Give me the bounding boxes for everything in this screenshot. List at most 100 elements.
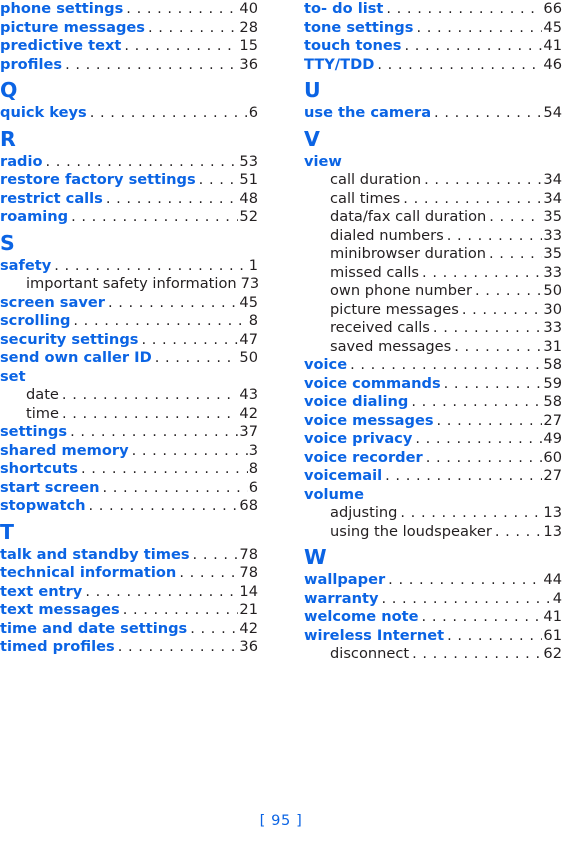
index-subentry[interactable]: date. . . . . . . . . . . . . . . . . . … xyxy=(0,386,258,405)
index-entry[interactable]: predictive text. . . . . . . . . . . . .… xyxy=(0,37,258,56)
dot-leader: . . . . . . . . . . . . . . . . . . . . … xyxy=(89,104,248,121)
index-entry-label: data/fax call duration xyxy=(330,208,487,225)
index-entry[interactable]: time and date settings. . . . . . . . . … xyxy=(0,620,258,639)
index-entry[interactable]: text entry. . . . . . . . . . . . . . . … xyxy=(0,583,258,602)
index-entry[interactable]: screen saver. . . . . . . . . . . . . . … xyxy=(0,294,258,313)
dot-leader: . . . . . . . . . . . . . . . . . . . . … xyxy=(154,349,239,366)
index-entry[interactable]: security settings. . . . . . . . . . . .… xyxy=(0,331,258,350)
dot-leader: . . . . . . . . . . . . . . . . . . . . … xyxy=(388,571,542,588)
index-entry[interactable]: touch tones. . . . . . . . . . . . . . .… xyxy=(304,37,562,56)
index-entry[interactable]: to- do list. . . . . . . . . . . . . . .… xyxy=(304,0,562,19)
dot-leader: . . . . . . . . . . . . . . . . . . . . … xyxy=(436,411,543,429)
index-subentry[interactable]: missed calls. . . . . . . . . . . . . . … xyxy=(304,264,562,283)
index-entry[interactable]: set xyxy=(0,368,258,387)
index-entry[interactable]: voice dialing. . . . . . . . . . . . . .… xyxy=(304,393,562,412)
index-entry[interactable]: restore factory settings. . . . . . . . … xyxy=(0,171,258,190)
index-entry[interactable]: settings. . . . . . . . . . . . . . . . … xyxy=(0,423,258,442)
index-entry[interactable]: talk and standby times. . . . . . . . . … xyxy=(0,546,258,565)
index-entry[interactable]: shortcuts. . . . . . . . . . . . . . . .… xyxy=(0,460,258,479)
index-entry-label: adjusting xyxy=(330,504,398,521)
index-entry[interactable]: voice messages. . . . . . . . . . . . . … xyxy=(304,412,562,431)
index-entry[interactable]: volume xyxy=(304,486,562,505)
section-letter-w: W xyxy=(304,545,327,569)
index-entry[interactable]: technical information. . . . . . . . . .… xyxy=(0,564,258,583)
index-entry[interactable]: timed profiles. . . . . . . . . . . . . … xyxy=(0,638,258,657)
index-entry[interactable]: tone settings. . . . . . . . . . . . . .… xyxy=(304,19,562,38)
index-entry[interactable]: phone settings. . . . . . . . . . . . . … xyxy=(0,0,258,19)
index-entry[interactable]: voice commands. . . . . . . . . . . . . … xyxy=(304,375,562,394)
index-entry-label: text messages xyxy=(0,601,120,618)
dot-leader: . . . . . . . . . . . . . . . . . . . . … xyxy=(190,619,238,637)
index-subentry[interactable]: important safety information 73 xyxy=(0,275,258,294)
dot-leader: . . . . . . . . . . . . . . . . . . . . … xyxy=(65,55,238,73)
index-entry-page-number: 45 xyxy=(543,18,562,36)
section-letter-u: U xyxy=(304,78,321,102)
index-entry[interactable]: picture messages. . . . . . . . . . . . … xyxy=(0,19,258,38)
index-entry[interactable]: scrolling. . . . . . . . . . . . . . . .… xyxy=(0,312,258,331)
index-entry-page-number: 54 xyxy=(543,104,562,121)
section-letter-s: S xyxy=(0,230,15,255)
index-subentry[interactable]: picture messages. . . . . . . . . . . . … xyxy=(304,301,562,320)
index-entry[interactable]: use the camera. . . . . . . . . . . . . … xyxy=(304,104,562,123)
index-subentry[interactable]: disconnect. . . . . . . . . . . . . . . … xyxy=(304,645,562,664)
index-entry-label: settings xyxy=(0,423,68,440)
index-entry[interactable]: quick keys. . . . . . . . . . . . . . . … xyxy=(0,104,258,123)
index-entry[interactable]: voice. . . . . . . . . . . . . . . . . .… xyxy=(304,356,562,375)
index-subentry[interactable]: received calls. . . . . . . . . . . . . … xyxy=(304,319,562,338)
index-entry[interactable]: view xyxy=(304,153,562,172)
index-entry-label: talk and standby times xyxy=(0,545,190,563)
index-entry[interactable]: text messages. . . . . . . . . . . . . .… xyxy=(0,601,258,620)
index-entry-page-number: 27 xyxy=(543,467,562,484)
index-entry[interactable]: safety. . . . . . . . . . . . . . . . . … xyxy=(0,257,258,276)
index-entry-label: warranty xyxy=(304,589,379,607)
index-entry[interactable]: profiles. . . . . . . . . . . . . . . . … xyxy=(0,56,258,75)
index-subentry[interactable]: dialed numbers. . . . . . . . . . . . . … xyxy=(304,227,562,246)
index-entry-page-number: 6 xyxy=(248,478,258,496)
index-entry-label: missed calls xyxy=(330,263,420,281)
index-subentry[interactable]: adjusting. . . . . . . . . . . . . . . .… xyxy=(304,504,562,523)
dot-leader: . . . . . . . . . . . . . . . . . . . . … xyxy=(489,245,542,262)
index-entry[interactable]: wireless Internet. . . . . . . . . . . .… xyxy=(304,627,562,646)
index-subentry[interactable]: data/fax call duration. . . . . . . . . … xyxy=(304,208,562,227)
dot-leader: . . . . . . . . . . . . . . . . . . . . … xyxy=(475,282,542,299)
index-entry-page-number: 66 xyxy=(543,0,562,17)
dot-leader: . . . . . . . . . . . . . . . . . . . . … xyxy=(73,312,247,329)
index-subentry[interactable]: call times. . . . . . . . . . . . . . . … xyxy=(304,190,562,209)
index-subentry[interactable]: own phone number. . . . . . . . . . . . … xyxy=(304,282,562,301)
dot-leader: . . . . . . . . . . . . . . . . . . . . … xyxy=(85,582,238,600)
index-entry[interactable]: welcome note. . . . . . . . . . . . . . … xyxy=(304,608,562,627)
index-subentry[interactable]: call duration. . . . . . . . . . . . . .… xyxy=(304,171,562,190)
index-entry[interactable]: start screen. . . . . . . . . . . . . . … xyxy=(0,479,258,498)
index-subentry[interactable]: time. . . . . . . . . . . . . . . . . . … xyxy=(0,405,258,424)
index-entry[interactable]: roaming. . . . . . . . . . . . . . . . .… xyxy=(0,208,258,227)
index-entry[interactable]: TTY/TDD. . . . . . . . . . . . . . . . .… xyxy=(304,56,562,75)
index-entry[interactable]: warranty. . . . . . . . . . . . . . . . … xyxy=(304,590,562,609)
index-entry[interactable]: wallpaper. . . . . . . . . . . . . . . .… xyxy=(304,571,562,590)
index-entry-page-number: 42 xyxy=(239,619,258,637)
index-entry-page-number: 53 xyxy=(239,152,258,170)
dot-leader: . . . . . . . . . . . . . . . . . . . . … xyxy=(124,37,238,54)
index-entry[interactable]: voicemail. . . . . . . . . . . . . . . .… xyxy=(304,467,562,486)
index-entry-label: own phone number xyxy=(330,282,473,299)
index-entry[interactable]: restrict calls. . . . . . . . . . . . . … xyxy=(0,190,258,209)
index-entry-page-number: 50 xyxy=(239,349,258,366)
index-entry[interactable]: voice recorder. . . . . . . . . . . . . … xyxy=(304,449,562,468)
index-subentry[interactable]: saved messages. . . . . . . . . . . . . … xyxy=(304,338,562,357)
index-entry-label: call times xyxy=(330,189,401,207)
index-entry[interactable]: radio. . . . . . . . . . . . . . . . . .… xyxy=(0,153,258,172)
index-entry[interactable]: stopwatch. . . . . . . . . . . . . . . .… xyxy=(0,497,258,516)
dot-leader: . . . . . . . . . . . . . . . . . . . . … xyxy=(122,601,239,618)
index-entry[interactable]: voice privacy. . . . . . . . . . . . . .… xyxy=(304,430,562,449)
index-subentry[interactable]: minibrowser duration. . . . . . . . . . … xyxy=(304,245,562,264)
dot-leader: . . . . . . . . . . . . . . . . . . . . … xyxy=(105,189,239,207)
section-letter-v: V xyxy=(304,126,320,151)
index-entry[interactable]: send own caller ID. . . . . . . . . . . … xyxy=(0,349,258,368)
index-entry-page-number: 15 xyxy=(239,37,258,54)
dot-leader: . . . . . . . . . . . . . . . . . . . . … xyxy=(198,171,239,188)
index-entry[interactable]: shared memory. . . . . . . . . . . . . .… xyxy=(0,442,258,461)
index-entry-label: TTY/TDD xyxy=(304,55,375,73)
dot-leader: . . . . . . . . . . . . . . . . . . . . … xyxy=(381,589,552,607)
index-subentry[interactable]: using the loudspeaker. . . . . . . . . .… xyxy=(304,523,562,542)
dot-leader: . . . . . . . . . . . . . . . . . . . . … xyxy=(61,386,239,403)
index-entry-label: dialed numbers xyxy=(330,226,444,244)
